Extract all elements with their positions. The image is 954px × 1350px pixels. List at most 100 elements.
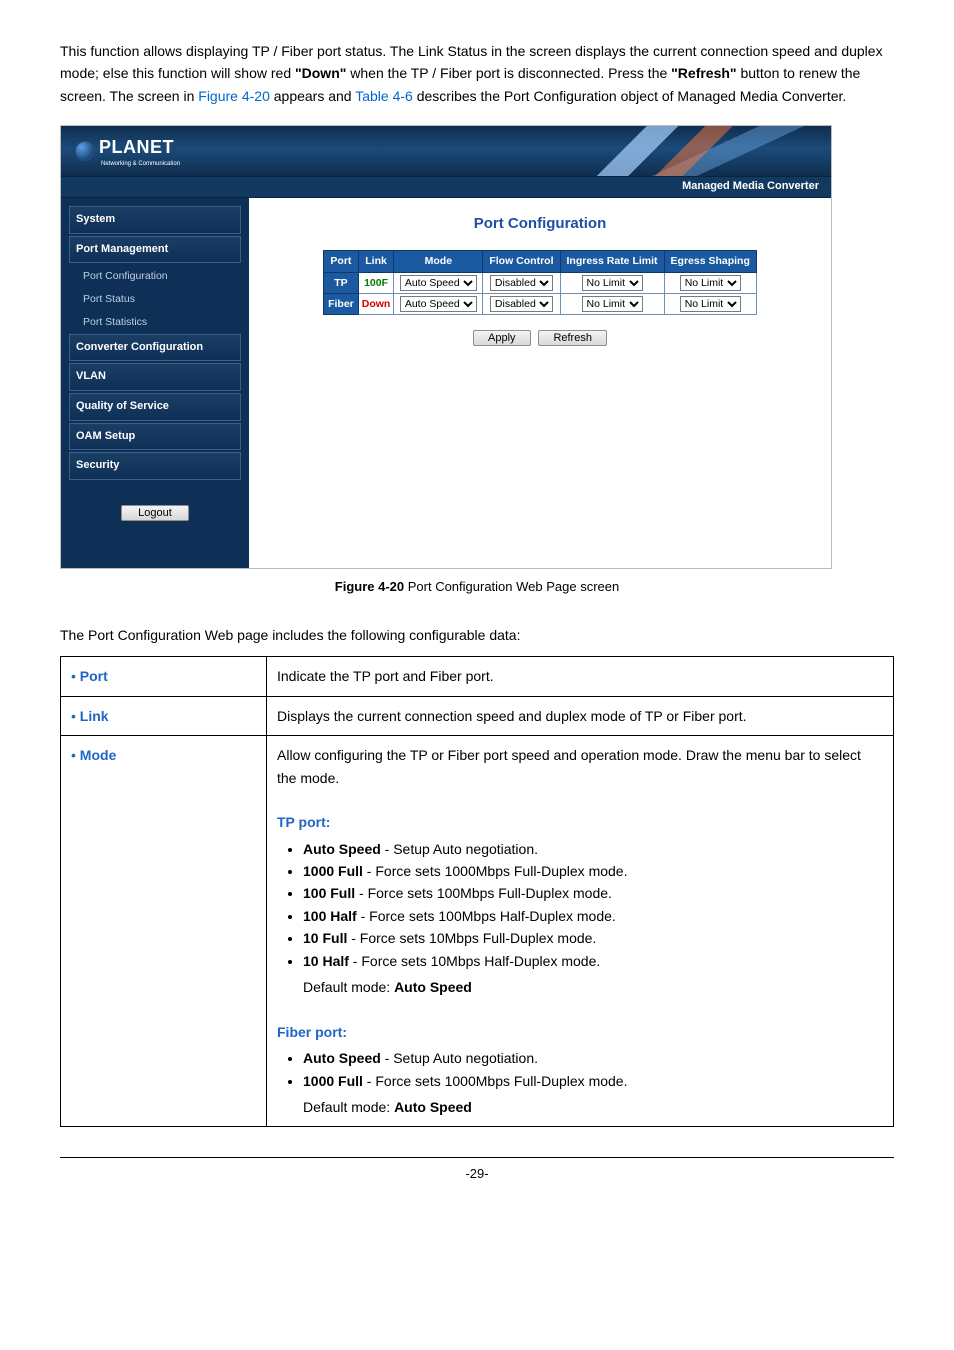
logout-button[interactable]: Logout	[121, 505, 189, 521]
desc-intro: The Port Configuration Web page includes…	[60, 624, 894, 646]
cell-flow: Disabled	[483, 272, 560, 293]
conf-wrap: Port Link Mode Flow Control Ingress Rate…	[267, 250, 813, 347]
mode-desc: - Force sets 10Mbps Half-Duplex mode.	[349, 953, 600, 969]
table-link[interactable]: Table 4-6	[355, 88, 413, 104]
mode-name: 1000 Full	[303, 1073, 363, 1089]
webui-screenshot: PLANET Networking & Communication Manage…	[60, 125, 832, 569]
mode-name: Auto Speed	[303, 841, 381, 857]
flow-select[interactable]: Disabled	[490, 296, 553, 312]
tp-default: Default mode: Auto Speed	[303, 976, 883, 998]
mode-select[interactable]: Auto Speed	[400, 296, 477, 312]
cell-mode: Auto Speed	[394, 293, 483, 314]
mode-desc: - Setup Auto negotiation.	[381, 1050, 538, 1066]
th-flow-control: Flow Control	[483, 251, 560, 273]
refresh-word: "Refresh"	[671, 65, 736, 81]
mode-name: 100 Half	[303, 908, 357, 924]
intro-text: appears and	[274, 88, 355, 104]
mode-name: Auto Speed	[303, 1050, 381, 1066]
logo-text: PLANET	[99, 133, 180, 162]
th-mode: Mode	[394, 251, 483, 273]
cell-egress: No Limit	[664, 293, 756, 314]
sidebar-item-port-management[interactable]: Port Management	[69, 236, 241, 264]
logo-icon	[75, 141, 95, 161]
apply-button[interactable]: Apply	[473, 330, 531, 346]
sidebar-sub-port-status[interactable]: Port Status	[69, 288, 241, 311]
ingress-select[interactable]: No Limit	[582, 296, 643, 312]
main-panel: Port Configuration Port Link Mode Flow C…	[249, 198, 831, 568]
logout-wrap: Logout	[121, 500, 189, 522]
list-item: 10 Full - Force sets 10Mbps Full-Duplex …	[303, 927, 883, 949]
flow-select[interactable]: Disabled	[490, 275, 553, 291]
tp-port-label: TP port:	[277, 811, 883, 833]
cell-link: 100F	[358, 272, 394, 293]
subbar-label: Managed Media Converter	[682, 178, 819, 196]
intro-paragraph: This function allows displaying TP / Fib…	[60, 40, 894, 107]
list-item: 1000 Full - Force sets 1000Mbps Full-Dup…	[303, 1070, 883, 1092]
obj-cell: • Mode	[61, 736, 267, 1127]
mode-name: 10 Full	[303, 930, 347, 946]
logo: PLANET Networking & Communication	[75, 133, 180, 169]
fiber-mode-list: Auto Speed - Setup Auto negotiation. 100…	[303, 1047, 883, 1092]
port-config-table: Port Link Mode Flow Control Ingress Rate…	[323, 250, 757, 315]
th-ingress: Ingress Rate Limit	[560, 251, 664, 273]
list-item: Auto Speed - Setup Auto negotiation.	[303, 838, 883, 860]
mode-name: 10 Half	[303, 953, 349, 969]
list-item: 10 Half - Force sets 10Mbps Half-Duplex …	[303, 950, 883, 972]
intro-text: describes the Port Configuration object …	[417, 88, 847, 104]
mode-desc: - Force sets 1000Mbps Full-Duplex mode.	[363, 863, 628, 879]
down-word: "Down"	[295, 65, 346, 81]
table-row: • Mode Allow configuring the TP or Fiber…	[61, 736, 894, 1127]
figure-link[interactable]: Figure 4-20	[198, 88, 270, 104]
tp-mode-list: Auto Speed - Setup Auto negotiation. 100…	[303, 838, 883, 972]
table-row: • Link Displays the current connection s…	[61, 696, 894, 735]
mode-desc: - Force sets 100Mbps Half-Duplex mode.	[357, 908, 616, 924]
banner: PLANET Networking & Communication	[61, 126, 831, 176]
desc-cell: Indicate the TP port and Fiber port.	[267, 657, 894, 696]
sidebar-item-oam-setup[interactable]: OAM Setup	[69, 423, 241, 451]
sidebar-item-qos[interactable]: Quality of Service	[69, 393, 241, 421]
obj-label: Link	[80, 708, 109, 724]
cell-port: Fiber	[324, 293, 359, 314]
table-row: Fiber Down Auto Speed Disabled No Limit …	[324, 293, 757, 314]
figure-caption-prefix: Figure 4-20	[335, 579, 408, 594]
mode-lead: Allow configuring the TP or Fiber port s…	[277, 744, 883, 789]
obj-cell: • Link	[61, 696, 267, 735]
mode-desc: - Force sets 100Mbps Full-Duplex mode.	[355, 885, 612, 901]
figure-caption: Figure 4-20 Port Configuration Web Page …	[60, 577, 894, 598]
figure-caption-text: Port Configuration Web Page screen	[408, 579, 620, 594]
mode-desc: - Force sets 10Mbps Full-Duplex mode.	[347, 930, 596, 946]
sidebar-sub-port-statistics[interactable]: Port Statistics	[69, 311, 241, 334]
refresh-button[interactable]: Refresh	[538, 330, 607, 346]
default-label: Default mode:	[303, 1099, 394, 1115]
egress-select[interactable]: No Limit	[680, 275, 741, 291]
th-egress: Egress Shaping	[664, 251, 756, 273]
table-row: • Port Indicate the TP port and Fiber po…	[61, 657, 894, 696]
th-link: Link	[358, 251, 394, 273]
sidebar-item-converter-config[interactable]: Converter Configuration	[69, 334, 241, 362]
cell-ingress: No Limit	[560, 293, 664, 314]
egress-select[interactable]: No Limit	[680, 296, 741, 312]
cell-ingress: No Limit	[560, 272, 664, 293]
mode-desc: - Force sets 1000Mbps Full-Duplex mode.	[363, 1073, 628, 1089]
link-status: Down	[362, 298, 391, 310]
ingress-select[interactable]: No Limit	[582, 275, 643, 291]
desc-cell: Allow configuring the TP or Fiber port s…	[267, 736, 894, 1127]
page-number: -29-	[60, 1157, 894, 1185]
banner-graphic	[491, 126, 831, 176]
fiber-port-label: Fiber port:	[277, 1021, 883, 1043]
sidebar-sub-port-configuration[interactable]: Port Configuration	[69, 265, 241, 288]
default-value: Auto Speed	[394, 979, 472, 995]
mode-name: 1000 Full	[303, 863, 363, 879]
logo-sub: Networking & Communication	[101, 160, 180, 170]
button-row: Apply Refresh	[471, 325, 609, 347]
sidebar-item-vlan[interactable]: VLAN	[69, 363, 241, 391]
list-item: 1000 Full - Force sets 1000Mbps Full-Dup…	[303, 860, 883, 882]
table-row: TP 100F Auto Speed Disabled No Limit No …	[324, 272, 757, 293]
sidebar-item-security[interactable]: Security	[69, 452, 241, 480]
obj-label: Port	[80, 668, 108, 684]
cell-mode: Auto Speed	[394, 272, 483, 293]
description-table: • Port Indicate the TP port and Fiber po…	[60, 656, 894, 1127]
desc-cell: Displays the current connection speed an…	[267, 696, 894, 735]
mode-select[interactable]: Auto Speed	[400, 275, 477, 291]
sidebar-item-system[interactable]: System	[69, 206, 241, 234]
